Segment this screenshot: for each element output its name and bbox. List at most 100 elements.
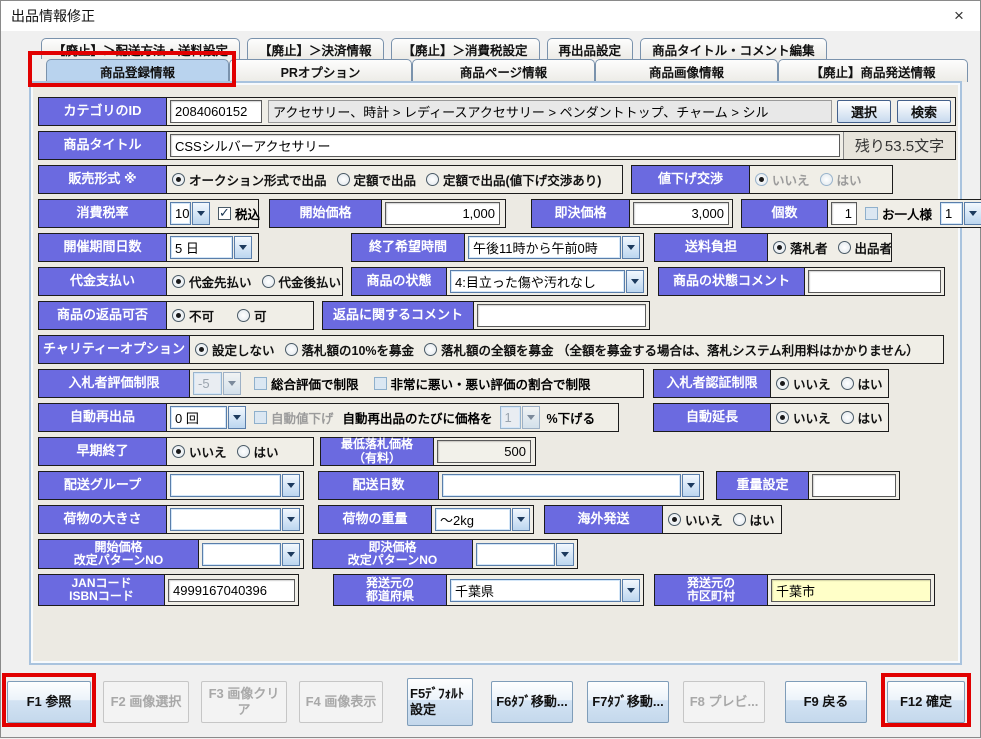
tax-included-checkbox[interactable]: 税込: [218, 204, 260, 223]
jan-code-group: JANコード ISBNコード 4999167040396: [38, 574, 299, 606]
tab-discontinued-tax-settings[interactable]: 【廃止】＞消費税設定: [391, 38, 540, 59]
buyout-pattern-dropdown[interactable]: [476, 543, 574, 566]
condition-comment-input[interactable]: [808, 270, 941, 293]
radio-fee-seller[interactable]: 出品者: [838, 238, 893, 257]
radio-icon: [237, 445, 250, 458]
package-size-label: 荷物の大きさ: [39, 506, 167, 533]
f5-default-settings-button[interactable]: F5ﾃﾞﾌｫﾙﾄ 設定: [407, 678, 473, 726]
early-end-group: 早期終了 いいえ はい: [38, 437, 314, 466]
radio-icon: [776, 411, 789, 424]
radio-auth-no[interactable]: いいえ: [776, 374, 831, 393]
delivery-group-dropdown[interactable]: [170, 474, 300, 497]
per-person-checkbox[interactable]: お一人様: [865, 204, 932, 223]
chevron-down-icon: [223, 372, 241, 395]
radio-charity-full[interactable]: 落札額の全額を募金 （全額を募金する場合は、落札システム利用料はかかりません）: [424, 340, 919, 359]
discount-percent-dropdown[interactable]: 1: [500, 406, 540, 429]
radio-icon: [841, 377, 854, 390]
radio-auction-format[interactable]: オークション形式で出品: [172, 170, 327, 189]
chevron-down-icon: [682, 474, 700, 497]
prefecture-label: 発送元の 都道府県: [334, 575, 447, 605]
package-size-dropdown[interactable]: [170, 508, 300, 531]
radio-icon: [172, 309, 185, 322]
close-icon[interactable]: ×: [938, 6, 980, 26]
delivery-days-label: 配送日数: [319, 472, 439, 499]
jan-code-input[interactable]: 4999167040396: [168, 579, 295, 602]
tab-product-registration[interactable]: 商品登録情報: [46, 59, 229, 82]
f1-reference-button[interactable]: F1 参照: [7, 681, 91, 723]
per-person-count-dropdown[interactable]: 1: [940, 202, 981, 225]
f8-preview-button: F8 プレビ...: [683, 681, 765, 723]
return-comment-input[interactable]: [477, 304, 646, 327]
radio-pay-after[interactable]: 代金後払い: [262, 272, 342, 291]
radio-nego-no[interactable]: いいえ: [755, 170, 810, 189]
tab-product-page-info[interactable]: 商品ページ情報: [412, 59, 595, 82]
f6-tab-move-button[interactable]: F6ﾀﾌﾞ移動...: [491, 681, 573, 723]
rating-limit-dropdown[interactable]: -5: [193, 372, 241, 395]
radio-return-no[interactable]: 不可: [172, 306, 214, 325]
f7-tab-move-button[interactable]: F7ﾀﾌﾞ移動...: [587, 681, 669, 723]
overall-rating-checkbox[interactable]: 総合評価で制限: [254, 374, 359, 393]
radio-pay-before[interactable]: 代金先払い: [172, 272, 252, 291]
category-search-button[interactable]: 検索: [897, 100, 951, 123]
start-pattern-group: 開始価格 改定パターンNO: [38, 539, 304, 569]
auth-limit-group: 入札者認証制限 いいえ はい: [653, 369, 889, 398]
radio-overseas-no[interactable]: いいえ: [668, 510, 723, 529]
auto-resubmit-dropdown[interactable]: 0 回: [170, 406, 246, 429]
tab-discontinued-payment-info[interactable]: 【廃止】＞決済情報: [247, 38, 384, 59]
radio-auth-yes[interactable]: はい: [841, 374, 883, 393]
f12-confirm-button[interactable]: F12 確定: [887, 681, 965, 723]
chevron-down-icon: [282, 508, 300, 531]
tab-pr-option[interactable]: PRオプション: [229, 59, 412, 82]
radio-nego-yes[interactable]: はい: [820, 170, 862, 189]
start-pattern-dropdown[interactable]: [202, 543, 300, 566]
start-price-group: 開始価格 1,000: [269, 199, 506, 228]
tab-product-image-info[interactable]: 商品画像情報: [595, 59, 778, 82]
duration-dropdown[interactable]: 5 日: [170, 236, 252, 259]
price-negotiation-label: 値下げ交渉: [632, 166, 750, 193]
radio-extend-no[interactable]: いいえ: [776, 408, 831, 427]
radio-early-no[interactable]: いいえ: [172, 442, 227, 461]
prefecture-dropdown[interactable]: 千葉県: [450, 579, 640, 602]
chevron-down-icon: [282, 474, 300, 497]
tab-discontinued-product-shipping[interactable]: 【廃止】商品発送情報: [778, 59, 968, 82]
buyout-price-input[interactable]: 3,000: [633, 202, 729, 225]
condition-dropdown[interactable]: 4:目立った傷や汚れなし: [450, 270, 644, 293]
prefecture-group: 発送元の 都道府県 千葉県: [333, 574, 644, 606]
radio-fee-winner[interactable]: 落札者: [773, 238, 828, 257]
product-title-label: 商品タイトル: [39, 132, 167, 159]
radio-charity-10pct[interactable]: 落札額の10%を募金: [285, 340, 415, 359]
bad-rating-ratio-checkbox[interactable]: 非常に悪い・悪い評価の割合で制限: [374, 374, 591, 393]
shipping-fee-group: 送料負担 落札者 出品者: [654, 233, 892, 262]
category-select-button[interactable]: 選択: [837, 100, 891, 123]
min-price-input[interactable]: 500: [437, 440, 531, 463]
package-weight-group: 荷物の重量 ～2kg: [318, 505, 534, 534]
radio-return-yes[interactable]: 可: [237, 306, 267, 325]
radio-icon: [172, 275, 185, 288]
tax-rate-dropdown[interactable]: 10: [170, 202, 210, 225]
rating-limit-group: 入札者評価制限 -5 総合評価で制限 非常に悪い・悪い評価の割合で制限: [38, 369, 644, 398]
delivery-group-group: 配送グループ: [38, 471, 304, 500]
tab-title-comment-edit[interactable]: 商品タイトル・コメント編集: [640, 38, 827, 59]
overseas-group: 海外発送 いいえ はい: [544, 505, 782, 534]
product-title-input[interactable]: CSSシルバーアクセサリー: [170, 134, 840, 157]
radio-overseas-yes[interactable]: はい: [733, 510, 775, 529]
radio-fixed-price-nego[interactable]: 定額で出品(値下げ交渉あり): [426, 170, 601, 189]
radio-fixed-price[interactable]: 定額で出品: [337, 170, 417, 189]
chevron-down-icon: [234, 236, 252, 259]
radio-early-yes[interactable]: はい: [237, 442, 279, 461]
radio-extend-yes[interactable]: はい: [841, 408, 883, 427]
start-price-input[interactable]: 1,000: [385, 202, 500, 225]
city-input[interactable]: 千葉市: [771, 579, 931, 602]
tab-discontinued-shipping-settings[interactable]: 【廃止】＞配送方法・送料設定: [41, 38, 240, 59]
tab-resubmit-settings[interactable]: 再出品設定: [547, 38, 634, 59]
category-id-input[interactable]: 2084060152: [170, 100, 262, 123]
auto-discount-checkbox[interactable]: 自動値下げ: [254, 408, 334, 427]
package-weight-dropdown[interactable]: ～2kg: [435, 508, 530, 531]
f9-back-button[interactable]: F9 戻る: [785, 681, 867, 723]
end-time-dropdown[interactable]: 午後11時から午前0時: [468, 236, 640, 259]
returnable-group: 商品の返品可否 不可 可: [38, 301, 314, 330]
quantity-input[interactable]: 1: [831, 202, 857, 225]
weight-setting-input[interactable]: [812, 474, 896, 497]
radio-charity-none[interactable]: 設定しない: [195, 340, 275, 359]
delivery-days-dropdown[interactable]: [442, 474, 700, 497]
